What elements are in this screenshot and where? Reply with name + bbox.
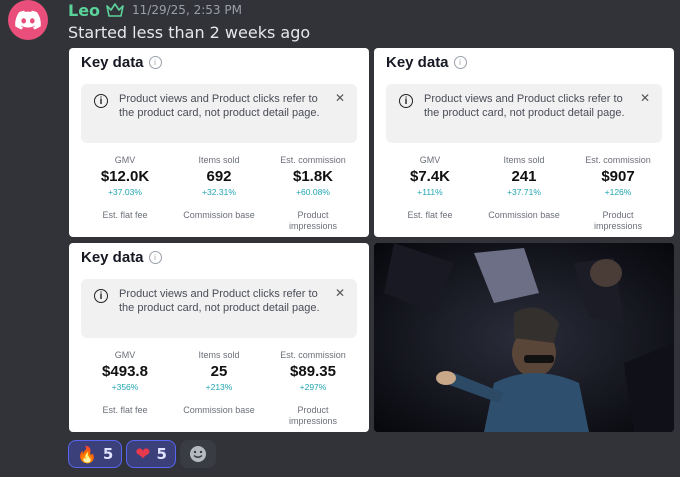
metric-label-flat-fee: Est. flat fee [102, 210, 148, 220]
metric-change: +297% [299, 382, 327, 392]
card-title-text: Key data [386, 54, 449, 71]
reaction-count: 5 [102, 445, 114, 463]
card-title: Key data i [81, 249, 162, 266]
reaction-count: 5 [156, 445, 167, 463]
notice-banner: i Product views and Product clicks refer… [81, 279, 357, 338]
metric-change: +37.71% [507, 187, 541, 197]
metric-items-sold: Items sold 241 +37.71% [474, 155, 574, 198]
metric-change: +111% [417, 187, 443, 197]
gif-attachment[interactable] [374, 243, 674, 432]
metric-value: $907 [601, 168, 635, 185]
metric-items-sold: Items sold 692 +32.31% [169, 155, 269, 198]
metric-change: +37.03% [108, 187, 142, 197]
metric-label: Items sold [198, 155, 240, 165]
info-icon: i [148, 56, 162, 69]
metric-gmv: GMV $7.4K +111% [380, 155, 480, 198]
notice-text: Product views and Product clicks refer t… [119, 288, 320, 314]
metric-label-commission-base: Commission base [183, 405, 255, 415]
close-icon[interactable]: ✕ [640, 91, 650, 105]
metric-est-commission: Est. commission $89.35 +297% [263, 350, 363, 393]
metric-label-product-impressions: Product impressions [288, 405, 337, 426]
metric-items-sold: Items sold 25 +213% [169, 350, 269, 393]
discord-logo-icon [15, 10, 41, 30]
metric-value: $89.35 [290, 363, 336, 380]
metric-label: Items sold [198, 350, 240, 360]
notice-text: Product views and Product clicks refer t… [424, 93, 625, 119]
metric-change: +126% [604, 187, 632, 197]
notice-text: Product views and Product clicks refer t… [119, 93, 320, 119]
metric-est-commission: Est. commission $1.8K +60.08% [263, 155, 363, 198]
metric-label-flat-fee: Est. flat fee [102, 405, 148, 415]
close-icon[interactable]: ✕ [335, 286, 345, 300]
metric-label: Est. commission [280, 155, 346, 165]
message-header: Leo 11/29/25, 2:53 PM [68, 0, 242, 20]
metric-value: $7.4K [409, 168, 451, 185]
metric-change: +60.08% [296, 187, 330, 197]
metric-value: $493.8 [102, 363, 148, 380]
metric-value: $12.0K [100, 168, 150, 185]
metric-label-commission-base: Commission base [488, 210, 560, 220]
card-title: Key data i [81, 54, 162, 71]
metric-label-product-impressions: Product impressions [288, 210, 337, 231]
reaction-heart[interactable]: ❤ 5 [126, 440, 176, 468]
metric-label: GMV [114, 155, 136, 165]
metric-label: GMV [419, 155, 441, 165]
notice-banner: i Product views and Product clicks refer… [81, 84, 357, 143]
fire-icon: 🔥 [77, 444, 97, 464]
metric-label: Est. commission [280, 350, 346, 360]
metric-value: $1.8K [292, 168, 334, 185]
message-text: Started less than 2 weeks ago [68, 23, 311, 42]
metric-change: +213% [205, 382, 233, 392]
card-title-text: Key data [81, 249, 144, 266]
smiley-icon [189, 446, 206, 462]
metric-gmv: GMV $493.8 +356% [75, 350, 175, 393]
metric-est-commission: Est. commission $907 +126% [568, 155, 668, 198]
metric-value: 241 [511, 168, 537, 185]
metric-value: 692 [206, 168, 232, 185]
info-icon: i [148, 251, 162, 264]
info-circle-icon: i [94, 289, 108, 303]
info-circle-icon: i [399, 94, 413, 108]
metric-label-product-impressions: Product impressions [593, 210, 642, 231]
metric-label: GMV [114, 350, 136, 360]
crown-icon [106, 3, 124, 17]
dancing-person-image [374, 243, 674, 432]
heart-icon: ❤ [135, 443, 151, 465]
reactions-bar: 🔥 5 ❤ 5 [68, 440, 216, 468]
info-circle-icon: i [94, 94, 108, 108]
close-icon[interactable]: ✕ [335, 91, 345, 105]
key-data-card[interactable]: Key data i i Product views and Product c… [69, 243, 369, 432]
metric-value: 25 [210, 363, 228, 380]
username[interactable]: Leo [68, 1, 100, 20]
card-title: Key data i [386, 54, 467, 71]
reaction-fire[interactable]: 🔥 5 [68, 440, 123, 468]
add-reaction-button[interactable] [179, 440, 216, 468]
timestamp: 11/29/25, 2:53 PM [132, 3, 242, 17]
metric-label: Items sold [503, 155, 545, 165]
key-data-card[interactable]: Key data i i Product views and Product c… [374, 48, 674, 237]
key-data-card[interactable]: Key data i i Product views and Product c… [69, 48, 369, 237]
info-icon: i [453, 56, 467, 69]
notice-banner: i Product views and Product clicks refer… [386, 84, 662, 143]
metric-change: +32.31% [202, 187, 236, 197]
metric-change: +356% [111, 382, 139, 392]
metric-label-commission-base: Commission base [183, 210, 255, 220]
metric-gmv: GMV $12.0K +37.03% [75, 155, 175, 198]
metric-label-flat-fee: Est. flat fee [407, 210, 453, 220]
avatar[interactable] [8, 0, 48, 40]
card-title-text: Key data [81, 54, 144, 71]
metric-label: Est. commission [585, 155, 651, 165]
